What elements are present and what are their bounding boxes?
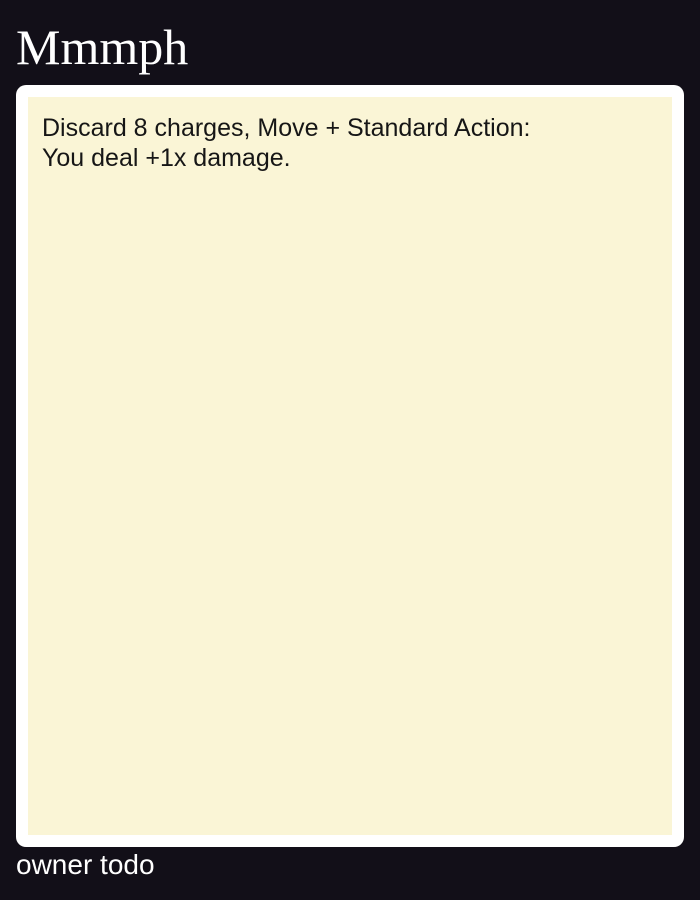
card-title: Mmmph bbox=[16, 19, 189, 75]
ability-effect-line: You deal +1x damage. bbox=[42, 144, 291, 172]
ability-text: Discard 8 charges, Move + Standard Actio… bbox=[42, 113, 658, 173]
card-frame: Discard 8 charges, Move + Standard Actio… bbox=[16, 85, 684, 847]
card-text-panel: Discard 8 charges, Move + Standard Actio… bbox=[28, 97, 672, 835]
ability-cost-line: Discard 8 charges, Move + Standard Actio… bbox=[42, 114, 531, 142]
card-page: { "card": { "title": "Mmmph", "ability":… bbox=[0, 0, 700, 900]
card-owner: owner todo bbox=[16, 849, 155, 880]
